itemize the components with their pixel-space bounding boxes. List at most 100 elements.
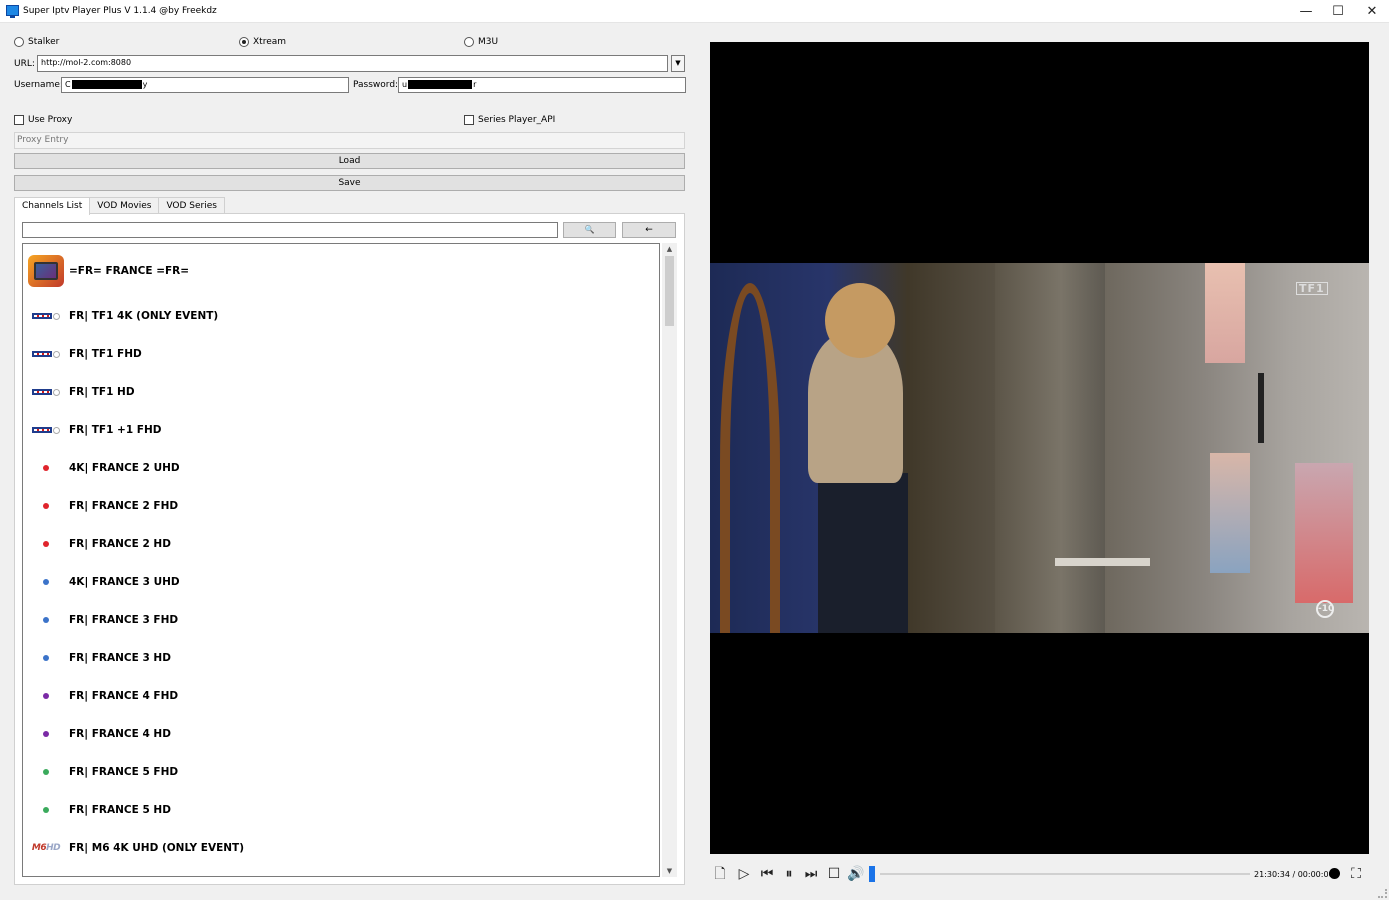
channel-list-item[interactable]: 4K| FRANCE 2 UHD [23,449,659,487]
back-button[interactable]: ← [622,222,676,238]
channel-dot-icon [43,807,49,813]
checkbox-box[interactable] [14,115,24,125]
video-player[interactable]: TF1 -10 [710,42,1369,854]
channel-list-item[interactable]: FR| TF1 FHD [23,335,659,373]
channel-dot-icon [43,731,49,737]
volume-icon[interactable]: 🔊 [847,865,865,883]
url-combobox[interactable]: http://mol-2.com:8080 [37,55,668,72]
next-icon[interactable]: ⏭ [802,865,820,883]
channel-list-item[interactable]: FR| FRANCE 2 FHD [23,487,659,525]
scroll-up-arrow-icon[interactable]: ▲ [662,243,677,255]
tf1-logo-icon [32,426,60,434]
tab-vod-movies[interactable]: VOD Movies [89,197,160,214]
previous-icon[interactable]: ⏮ [758,865,776,883]
channel-list-item[interactable]: 4K| FRANCE 3 UHD [23,563,659,601]
channel-list-item[interactable]: FR| FRANCE 3 HD [23,639,659,677]
radio-circle[interactable] [14,37,24,47]
tf1-logo-circle [53,426,60,434]
channel-list-item[interactable]: FR| FRANCE 4 HD [23,715,659,753]
url-label: URL: [14,59,35,69]
checkbox-box[interactable] [464,115,474,125]
title-bar: Super Iptv Player Plus V 1.1.4 @by Freek… [0,0,1389,23]
tf1-logo-block [32,427,52,433]
tf1-logo-circle [53,350,60,358]
maximize-button[interactable]: ☐ [1321,0,1355,23]
tf1-logo-icon [27,350,65,358]
volume-slider-handle[interactable] [869,866,875,882]
seek-handle[interactable] [1329,868,1340,879]
channel-name: FR| FRANCE 5 FHD [69,766,179,778]
save-button[interactable]: Save [14,175,685,191]
channel-dot-icon [27,617,65,623]
resize-grip[interactable] [1378,889,1387,898]
tf1-logo-icon [32,388,60,396]
username-visible-suffix: y [142,80,148,89]
channel-name: FR| FRANCE 3 HD [69,652,171,664]
password-visible-suffix: r [473,80,477,89]
scrollbar-thumb[interactable] [665,256,674,326]
scene-poster [1205,263,1245,363]
channel-dot-icon [43,503,49,509]
channel-name: FR| FRANCE 4 HD [69,728,171,740]
channel-list-item[interactable]: FR| FRANCE 2 HD [23,525,659,563]
channel-list-item[interactable]: FR| FRANCE 5 HD [23,791,659,829]
tab-channels-list[interactable]: Channels List [14,197,91,215]
channel-name: FR| FRANCE 2 FHD [69,500,179,512]
tf1-logo-block [32,389,52,395]
radio-circle-selected[interactable] [239,37,249,47]
channel-list-scrollbar[interactable]: ▲ ▼ [662,243,677,877]
player-controls: 🗋 ▷ ⏮ ⏸ ⏭ ☐ 🔊 21:30:34 / 00:00:00 ⛶ [710,860,1369,888]
close-button[interactable]: ✕ [1355,0,1389,23]
tf1-logo-circle [53,388,60,396]
radio-label: M3U [478,37,499,47]
radio-label: Xtream [253,37,287,47]
series-player-api-checkbox[interactable]: Series Player_API [464,115,555,125]
radio-stalker[interactable]: Stalker [14,37,59,47]
tab-vod-series[interactable]: VOD Series [158,197,225,214]
channel-dot-icon [27,503,65,509]
password-label: Password: [353,80,399,90]
pause-icon[interactable]: ⏸ [780,865,798,883]
open-file-icon[interactable]: 🗋 [711,865,729,883]
password-visible-prefix: u [402,80,408,89]
tv-screen [34,262,58,280]
channel-list-item[interactable]: FR| FRANCE 3 FHD [23,601,659,639]
scene-handle [1258,373,1264,443]
url-dropdown-button[interactable]: ▼ [671,55,685,72]
radio-circle[interactable] [464,37,474,47]
channel-list-item[interactable]: FR| FRANCE 5 FHD [23,753,659,791]
channel-dot-icon [43,579,49,585]
channel-list-item[interactable]: M6HD FR| M6 4K UHD (ONLY EVENT) [23,829,659,867]
use-proxy-checkbox[interactable]: Use Proxy [14,115,72,125]
search-button[interactable]: 🔍 [563,222,616,238]
channel-list[interactable]: =FR= FRANCE =FR= FR| TF1 4K (ONLY EVENT) F… [22,243,660,877]
username-input[interactable]: Cy [61,77,349,93]
search-icon: 🔍 [584,225,595,234]
scene-person [825,283,895,358]
load-button[interactable]: Load [14,153,685,169]
channel-list-item[interactable]: FR| TF1 4K (ONLY EVENT) [23,297,659,335]
minimize-button[interactable]: — [1289,0,1323,23]
time-readout: 21:30:34 / 00:00:00 [1254,870,1334,879]
channel-list-item[interactable]: FR| TF1 +1 FHD [23,411,659,449]
proxy-entry-input[interactable]: Proxy Entry [14,132,685,149]
play-icon[interactable]: ▷ [735,865,753,883]
channel-dot-icon [43,693,49,699]
fullscreen-icon[interactable]: ⛶ [1347,865,1365,883]
channel-list-item[interactable]: =FR= FRANCE =FR= [23,252,659,290]
channel-search-input[interactable] [22,222,558,238]
channel-name: FR| FRANCE 2 HD [69,538,171,550]
radio-xtream[interactable]: Xtream [239,37,286,47]
stop-icon[interactable]: ☐ [825,865,843,883]
radio-m3u[interactable]: M3U [464,37,498,47]
m6-logo-icon: M6HD [31,843,61,853]
seek-bar[interactable] [880,873,1250,875]
channel-list-item[interactable]: FR| TF1 HD [23,373,659,411]
redaction-mark [71,80,142,89]
channel-list-item[interactable]: FR| FRANCE 4 FHD [23,677,659,715]
password-input[interactable]: ur [398,77,686,93]
back-arrow-icon: ← [645,225,653,235]
scroll-down-arrow-icon[interactable]: ▼ [662,865,677,877]
channel-name: FR| TF1 4K (ONLY EVENT) [69,310,219,322]
scene-shelf [1055,558,1150,566]
